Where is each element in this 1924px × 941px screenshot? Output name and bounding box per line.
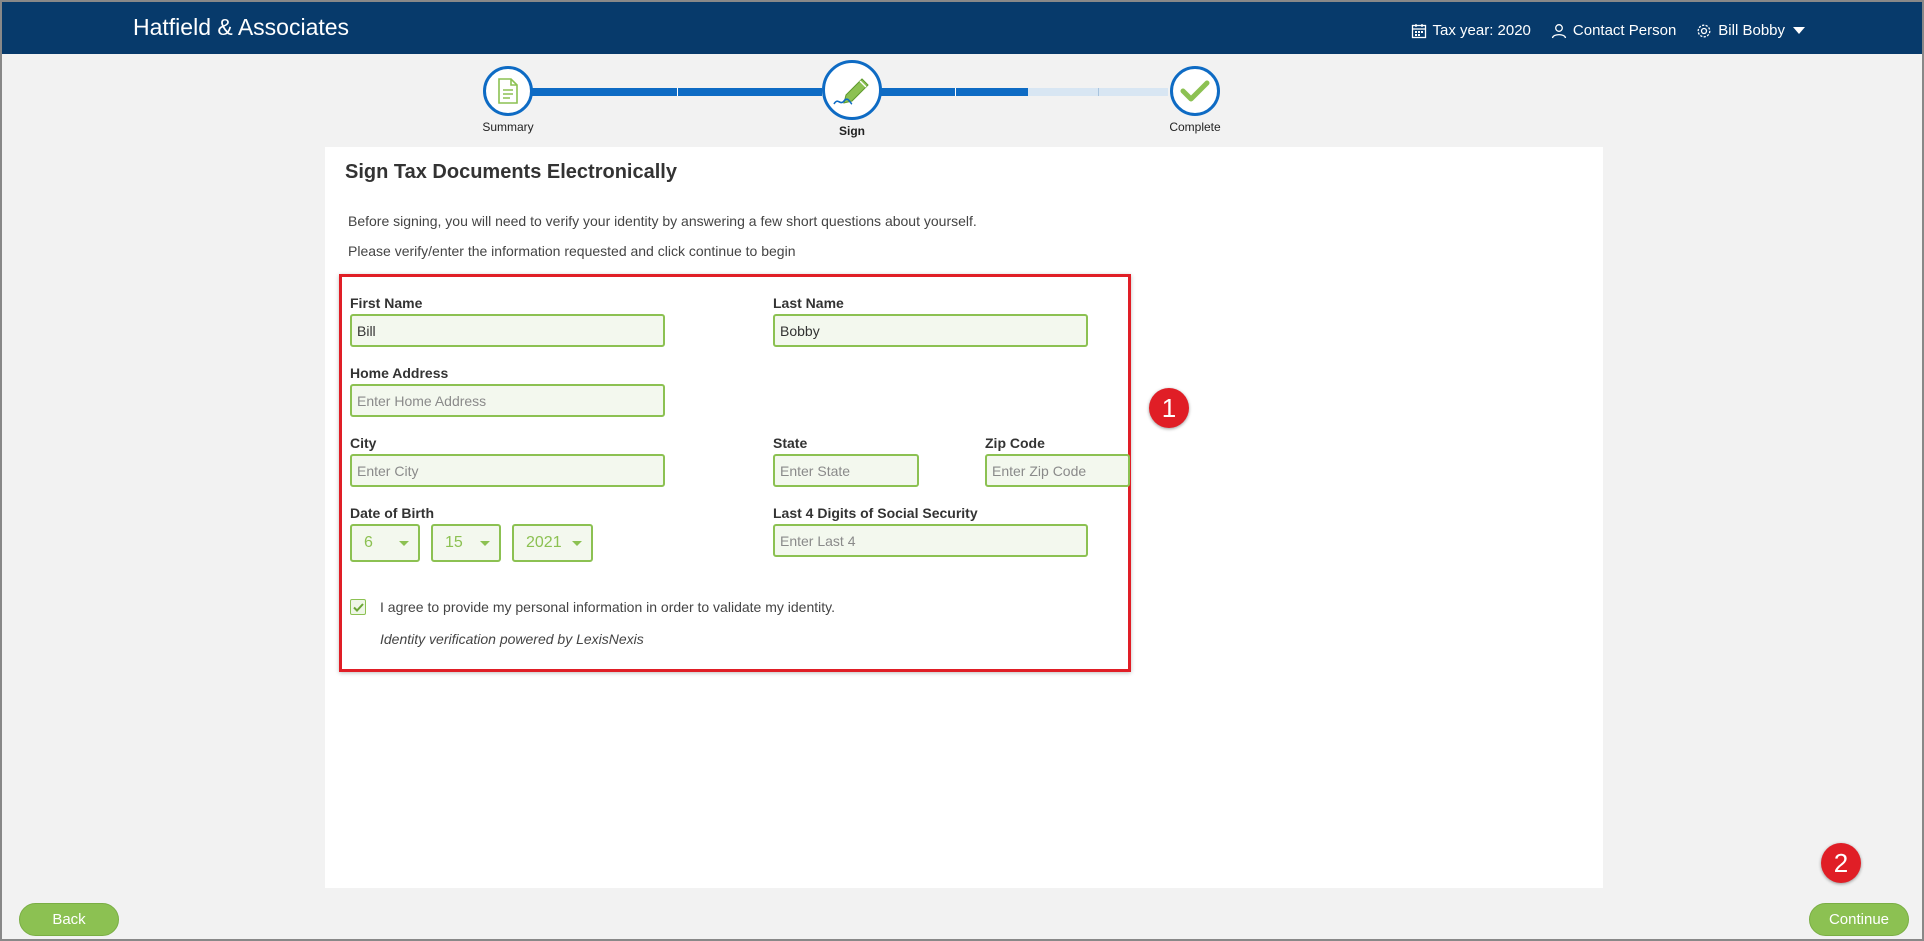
user-name: Bill Bobby <box>1718 22 1785 39</box>
last-name-field[interactable] <box>773 314 1088 347</box>
tax-year-selector[interactable]: Tax year: 2020 <box>1411 22 1531 39</box>
step-complete-label: Complete <box>1169 120 1221 134</box>
first-name-label: First Name <box>350 295 423 311</box>
check-icon <box>352 602 364 612</box>
dob-day-select[interactable]: 15 <box>431 524 501 562</box>
last-name-label: Last Name <box>773 295 844 311</box>
back-button[interactable]: Back <box>19 903 119 936</box>
ssn-last4-field[interactable] <box>773 524 1088 557</box>
user-menu[interactable]: Bill Bobby <box>1696 22 1805 39</box>
chevron-down-icon <box>399 541 409 546</box>
zip-code-label: Zip Code <box>985 435 1045 451</box>
powered-by-text: Identity verification powered by LexisNe… <box>380 631 644 647</box>
caret-down-icon <box>1793 27 1805 34</box>
step-sign-label: Sign <box>839 124 865 138</box>
track-divider <box>1098 88 1099 96</box>
identity-form: First Name Last Name Home Address City S… <box>339 274 1131 672</box>
agree-checkbox[interactable] <box>350 599 366 615</box>
city-field[interactable] <box>350 454 665 487</box>
state-label: State <box>773 435 808 451</box>
state-field[interactable] <box>773 454 919 487</box>
ssn-label: Last 4 Digits of Social Security <box>773 505 978 521</box>
continue-button[interactable]: Continue <box>1809 903 1909 936</box>
step-complete[interactable] <box>1170 66 1220 116</box>
dob-year-select[interactable]: 2021 <box>512 524 593 562</box>
gear-icon <box>1697 24 1711 37</box>
callout-badge-1: 1 <box>1149 388 1189 428</box>
app-header: Hatfield & Associates Tax year: 2020 Con… <box>2 2 1922 54</box>
dob-label: Date of Birth <box>350 505 434 521</box>
checkmark-icon <box>1180 80 1210 102</box>
step-summary-label: Summary <box>482 120 534 134</box>
person-icon <box>1551 23 1567 38</box>
first-name-field[interactable] <box>350 314 665 347</box>
pen-icon <box>833 78 869 105</box>
dob-month-select[interactable]: 6 <box>350 524 420 562</box>
chevron-down-icon <box>572 541 582 546</box>
main-panel: Sign Tax Documents Electronically Before… <box>325 147 1603 888</box>
calendar-icon <box>1411 23 1426 38</box>
intro-text-1: Before signing, you will need to verify … <box>348 213 977 229</box>
page-title: Sign Tax Documents Electronically <box>345 161 677 183</box>
step-summary[interactable] <box>483 66 533 116</box>
progress-tracker: Summary Sign Complete <box>480 60 1226 144</box>
track-divider <box>955 88 956 96</box>
home-address-field[interactable] <box>350 384 665 417</box>
dob-day-value: 15 <box>445 534 463 551</box>
home-address-label: Home Address <box>350 365 449 381</box>
contact-person-link[interactable]: Contact Person <box>1551 22 1676 39</box>
tax-year-label: Tax year: 2020 <box>1432 22 1531 39</box>
city-label: City <box>350 435 377 451</box>
callout-badge-2: 2 <box>1821 843 1861 883</box>
intro-text-2: Please verify/enter the information requ… <box>348 243 796 259</box>
track-divider <box>677 88 678 96</box>
brand-name: Hatfield & Associates <box>133 14 350 40</box>
chevron-down-icon <box>480 541 490 546</box>
contact-person-label: Contact Person <box>1572 22 1677 39</box>
agree-label: I agree to provide my personal informati… <box>380 599 835 615</box>
zip-code-field[interactable] <box>985 454 1130 487</box>
document-icon <box>498 78 518 104</box>
step-sign[interactable] <box>822 60 882 120</box>
dob-month-value: 6 <box>364 534 373 551</box>
header-actions: Tax year: 2020 Contact Person Bill Bobby <box>1411 22 1805 39</box>
dob-year-value: 2021 <box>526 534 562 551</box>
progress-track-done-2 <box>880 88 1028 96</box>
